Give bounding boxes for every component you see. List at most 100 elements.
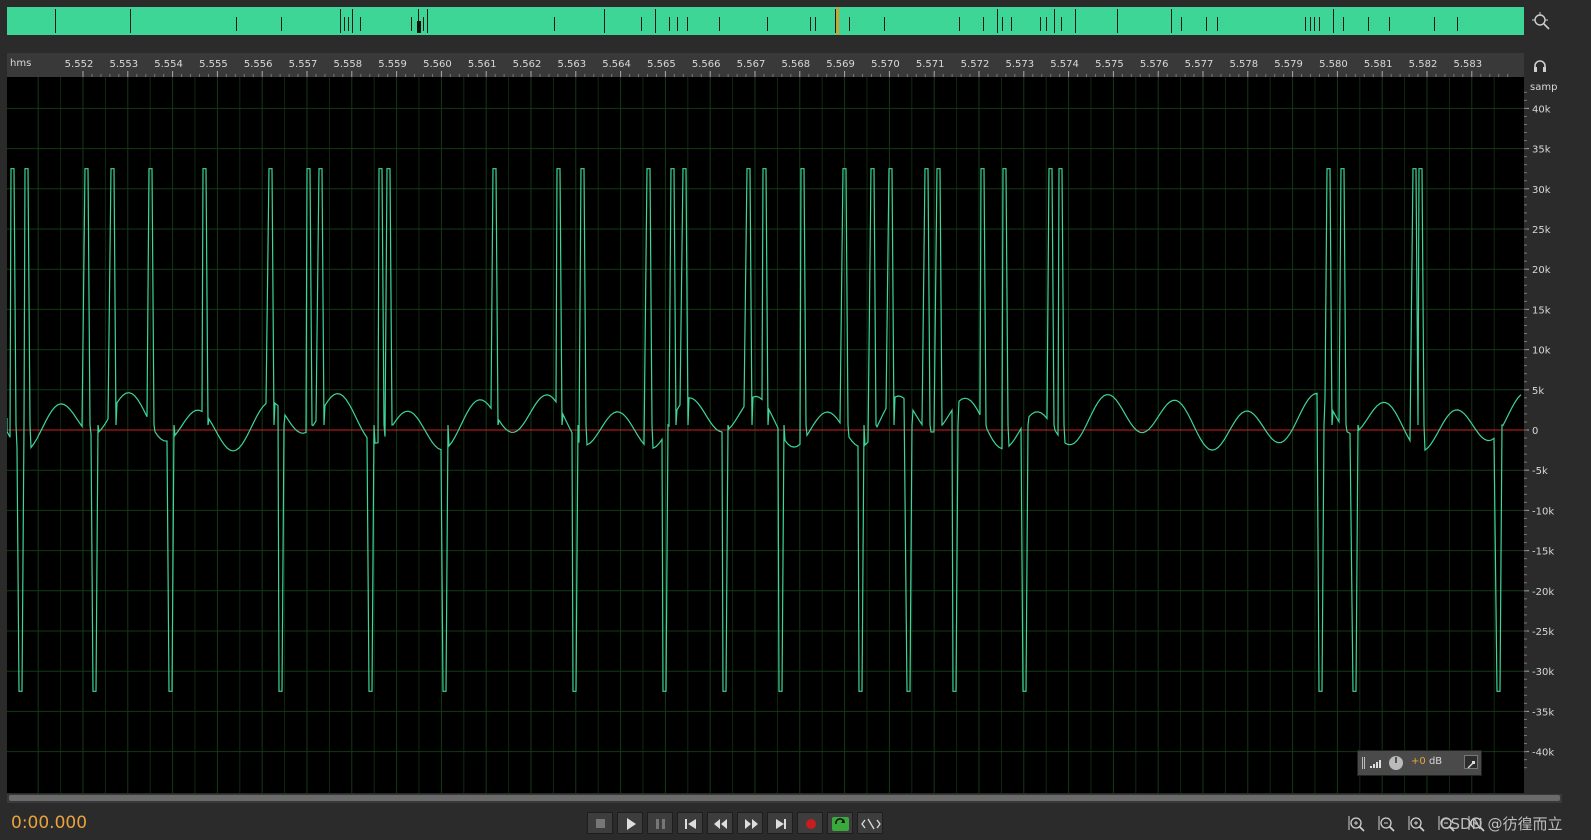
overview-marker: [55, 9, 56, 33]
fast-forward-button[interactable]: [737, 812, 763, 834]
ruler-tick-label: 5.569: [826, 59, 855, 70]
ruler-tick-label: 5.578: [1229, 59, 1258, 70]
overview-marker: [1343, 17, 1344, 31]
amplitude-tick-label: 40k: [1532, 104, 1551, 115]
overview-marker: [344, 17, 345, 31]
overview-marker: [767, 17, 768, 31]
overview-marker: [604, 9, 605, 33]
stop-button[interactable]: [587, 812, 613, 834]
loop-button[interactable]: [827, 812, 853, 834]
overview-markers: [55, 7, 1458, 35]
amplitude-scale[interactable]: 40k 35k 30k 25k 20k 15k 10k 5k 0 -5k -10k -15k -20k -…: [1524, 77, 1591, 793]
time-ruler[interactable]: 5.552 5.553 5.554 5.555 5.556 5.557 5.558 5.559…: [7, 53, 1524, 78]
ruler-tick-label: 5.560: [423, 59, 452, 70]
overview-marker: [810, 17, 811, 31]
overview-marker: [352, 9, 353, 33]
overview-marker: [1434, 17, 1435, 31]
overview-marker: [423, 17, 424, 31]
rewind-icon: [714, 819, 727, 829]
amplitude-tick-label: -35k: [1532, 707, 1554, 718]
overview-marker: [1054, 9, 1055, 33]
zoom-out-amplitude-button[interactable]: [1376, 814, 1398, 834]
ruler-tick-label: 5.561: [468, 59, 497, 70]
amplitude-tick-label: -5k: [1532, 466, 1548, 477]
ruler-tick-label: 5.573: [1005, 59, 1034, 70]
overview-marker: [1171, 9, 1172, 33]
overview-waveform-bar[interactable]: [7, 7, 1524, 35]
overview-marker: [687, 17, 688, 31]
volume-unit: dB: [1428, 756, 1443, 767]
ruler-tick-label: 5.582: [1409, 59, 1438, 70]
ruler-ticks: 5.552 5.553 5.554 5.555 5.556 5.557 5.558 5.559…: [65, 59, 1509, 77]
pause-button[interactable]: [647, 812, 673, 834]
play-button[interactable]: [617, 812, 643, 834]
zoom-in-time-button[interactable]: [1406, 814, 1428, 834]
watermark: CSDN @彷徨而立: [1440, 815, 1563, 833]
ruler-tick-label: 5.563: [557, 59, 586, 70]
amplitude-tick-label: 5k: [1532, 386, 1544, 397]
ruler-tick-label: 5.568: [781, 59, 810, 70]
amplitude-tick-label: 30k: [1532, 185, 1551, 196]
overview-marker: [348, 17, 349, 31]
overview-marker: [849, 17, 850, 31]
overview-marker: [1075, 9, 1076, 33]
loop-icon: [832, 817, 849, 831]
amplitude-tick-label: -25k: [1532, 627, 1554, 638]
amplitude-tick-label: -30k: [1532, 667, 1554, 678]
amplitude-tick-label: -10k: [1532, 506, 1554, 517]
overview-marker: [281, 17, 282, 31]
skip-selection-icon: [861, 818, 881, 830]
ruler-tick-label: 5.554: [154, 59, 183, 70]
zoom-out-amplitude-icon: [1378, 816, 1395, 832]
overview-marker: [1061, 17, 1062, 31]
go-to-start-button[interactable]: [677, 812, 703, 834]
amplitude-tick-label: 15k: [1532, 305, 1551, 316]
overview-marker: [815, 17, 816, 31]
volume-value[interactable]: +0 dB: [1411, 756, 1442, 767]
overview-marker: [1002, 17, 1003, 31]
overview-marker: [1181, 17, 1182, 31]
overview-marker: [997, 9, 998, 33]
overview-marker: [427, 9, 428, 33]
waveform-display[interactable]: [6, 77, 1524, 793]
overview-marker: [959, 17, 960, 31]
volume-gain: +0: [1411, 756, 1426, 767]
record-icon: [806, 819, 816, 829]
zoom-in-time-icon: [1408, 816, 1425, 832]
ruler-tick-label: 5.571: [916, 59, 945, 70]
ruler-tick-label: 5.553: [109, 59, 138, 70]
overview-marker: [340, 9, 341, 33]
overview-marker: [884, 17, 885, 31]
overview-marker: [1206, 17, 1207, 31]
scrollbar-thumb[interactable]: [9, 795, 1560, 801]
ruler-tick-label: 5.564: [602, 59, 631, 70]
skip-selection-button[interactable]: [857, 812, 883, 834]
ruler-tick-label: 5.583: [1453, 59, 1482, 70]
pin-icon[interactable]: [1464, 755, 1478, 769]
amplitude-ticks: 40k 35k 30k 25k 20k 15k 10k 5k 0 -5k -10k -15k -20k -…: [1524, 91, 1554, 769]
ruler-tick-label: 5.559: [378, 59, 407, 70]
go-to-end-button[interactable]: [767, 812, 793, 834]
pause-icon: [656, 819, 665, 829]
current-time-display[interactable]: 0:00.000: [11, 813, 87, 833]
amplitude-unit-label: samp: [1530, 82, 1558, 93]
overview-marker: [1333, 9, 1334, 33]
overview-marker: [655, 9, 656, 33]
overview-marker: [1389, 17, 1390, 31]
overview-marker: [360, 17, 361, 31]
ruler-tick-label: 5.567: [737, 59, 766, 70]
headphones-icon[interactable]: [1530, 56, 1550, 76]
record-button[interactable]: [797, 812, 823, 834]
zoom-navigator-icon[interactable]: [1530, 10, 1554, 34]
amplitude-tick-label: 25k: [1532, 225, 1551, 236]
ruler-tick-label: 5.577: [1185, 59, 1214, 70]
overview-marker: [1040, 17, 1041, 31]
zoom-in-amplitude-button[interactable]: [1346, 814, 1368, 834]
rewind-button[interactable]: [707, 812, 733, 834]
amplitude-tick-label: -40k: [1532, 748, 1554, 759]
ruler-unit-label: hms: [10, 58, 32, 69]
overview-marker: [1368, 17, 1369, 31]
ruler-tick-label: 5.558: [333, 59, 362, 70]
amplitude-tick-label: 0: [1532, 426, 1538, 437]
amplitude-tick-label: 10k: [1532, 346, 1551, 357]
